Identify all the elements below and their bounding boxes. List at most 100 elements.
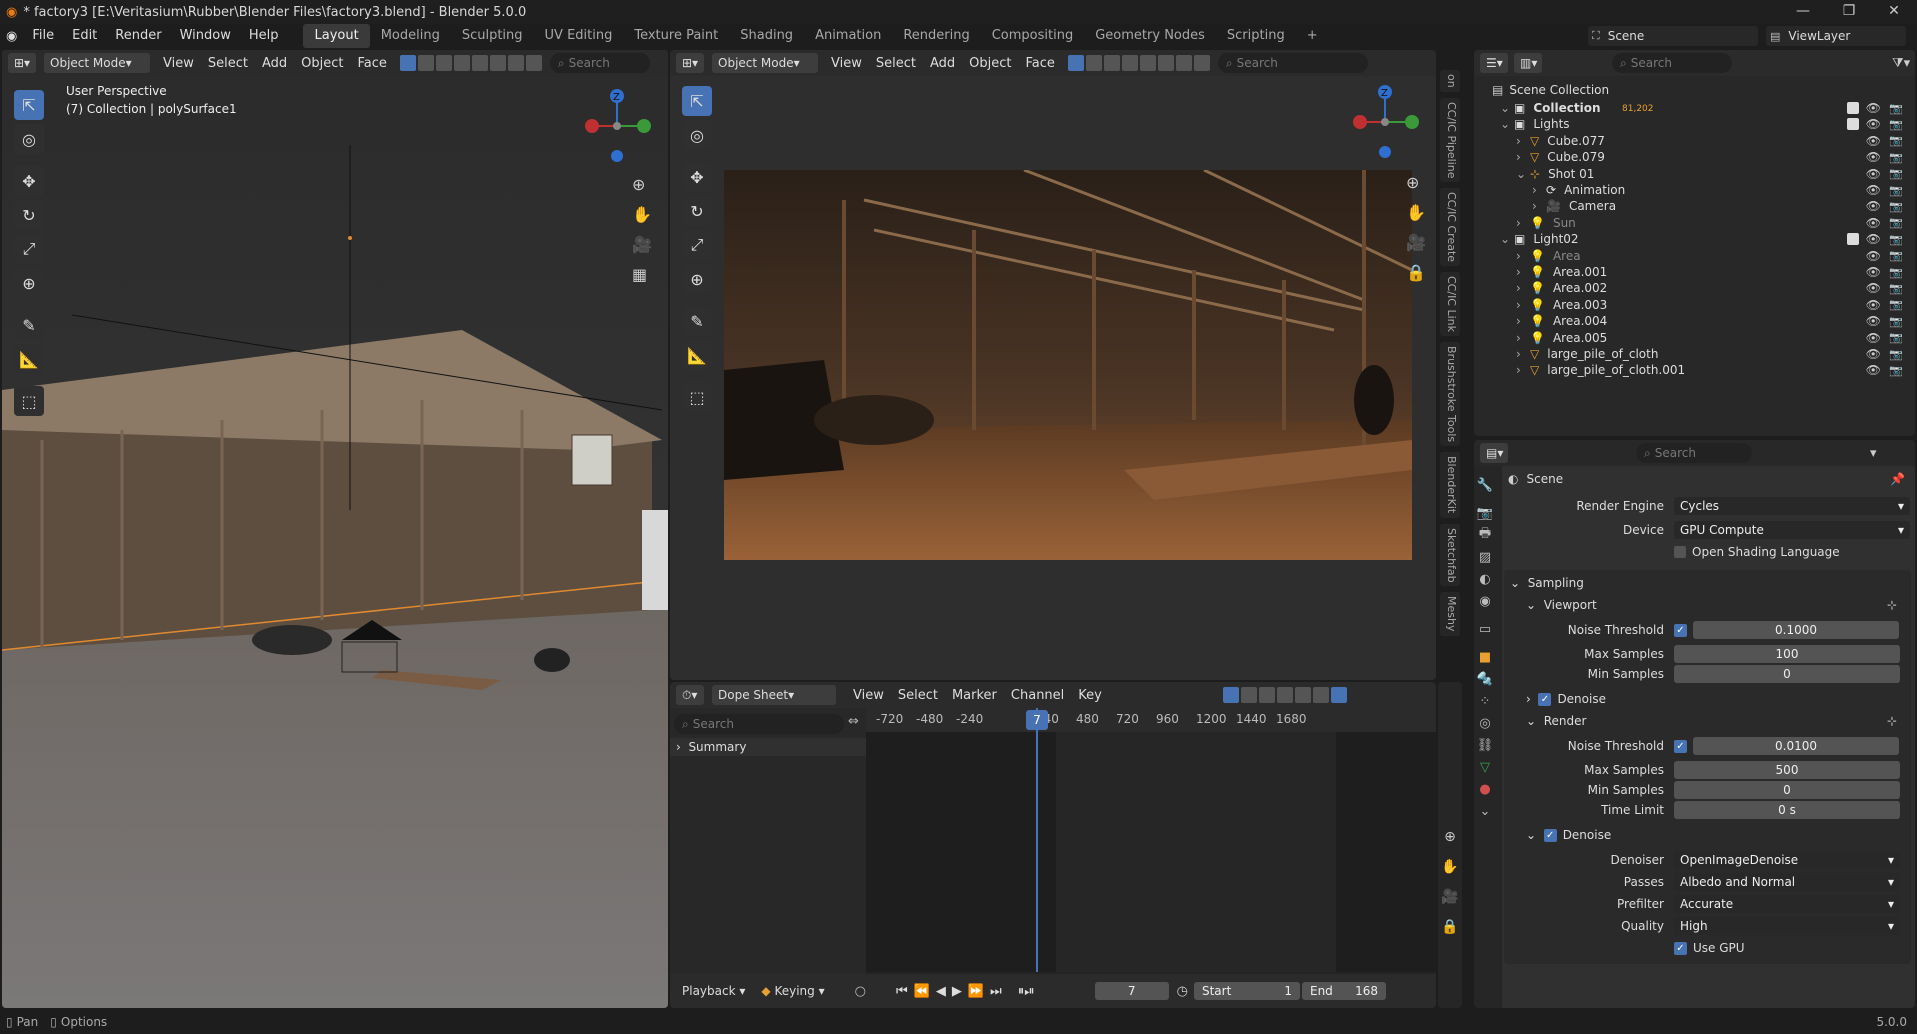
r-noise-field[interactable]: 0.0100 — [1693, 737, 1899, 755]
right-menu-select[interactable]: Select — [869, 56, 923, 71]
passes-dropdown[interactable]: Albedo and Normal ▾ — [1674, 873, 1900, 891]
outliner-row-camera[interactable]: › 🎥 Camera 👁 📷 — [1474, 198, 1915, 214]
keyframe-area[interactable] — [866, 732, 1436, 972]
dopesheet-filter-buttons[interactable] — [1222, 687, 1349, 703]
filter-icon[interactable]: ⧩▾ — [1892, 56, 1910, 71]
viewport-presets-icon[interactable]: ⊹ — [1887, 598, 1897, 612]
outliner-search[interactable]: ⌕ Search — [1612, 53, 1732, 73]
start-frame-field[interactable]: Start 1 — [1193, 982, 1300, 1000]
right-navigation-gizmo[interactable]: Z — [1350, 82, 1420, 162]
render-camera-icon[interactable]: 📷 — [1889, 364, 1903, 377]
workspace-tab-rendering[interactable]: Rendering — [892, 24, 980, 48]
left-menu-face[interactable]: Face — [350, 56, 393, 71]
outliner-row-area-002[interactable]: › 💡 Area.002 👁 📷 — [1474, 280, 1915, 296]
close-button[interactable]: ✕ — [1871, 0, 1917, 24]
workspace-tab-texture-paint[interactable]: Texture Paint — [623, 24, 729, 48]
menu-file[interactable]: File — [23, 24, 63, 48]
npanel-tab-2[interactable]: CC/IC Create — [1440, 188, 1460, 267]
r-denoise-checkbox[interactable]: ✓ — [1543, 828, 1557, 842]
npanel-tab-7[interactable]: Meshy — [1440, 592, 1460, 636]
visibility-eye-icon[interactable]: 👁 — [1866, 249, 1881, 263]
visibility-eye-icon[interactable]: 👁 — [1866, 216, 1881, 230]
outliner-row-sun[interactable]: › 💡 Sun 👁 📷 — [1474, 215, 1915, 231]
playhead-frame[interactable]: 7 — [1026, 710, 1048, 730]
zoom-icon-3[interactable]: ⊕ — [1438, 822, 1462, 852]
device-dropdown[interactable]: GPU Compute ▾ — [1674, 521, 1910, 539]
summary-channel[interactable]: › Summary — [670, 738, 866, 756]
blender-menu-icon[interactable]: ◉ — [6, 29, 17, 44]
cursor-tool-icon[interactable]: ◎ — [14, 124, 44, 154]
current-frame-field[interactable]: 7 — [1094, 982, 1169, 1000]
npanel-tab-5[interactable]: BlenderKit — [1440, 452, 1460, 518]
left-3d-viewport[interactable]: ⊞▾ Object Mode ▾ View Select Add Object Face… — [2, 50, 668, 1008]
timeline-ruler[interactable]: -720-480-2407240480720960120014401680 — [866, 708, 1436, 732]
scale-tool-icon-2[interactable]: ⤢ — [682, 230, 712, 260]
outliner-row-collection[interactable]: ⌄ ▣ Collection 👁 📷 — [1474, 100, 1915, 116]
visibility-eye-icon[interactable]: 👁 — [1866, 183, 1881, 197]
select-tool-icon[interactable]: ⇱ — [14, 90, 44, 120]
left-shading-buttons[interactable] — [399, 55, 544, 71]
workspace-tab-sculpting[interactable]: Sculpting — [451, 24, 534, 48]
r-time-field[interactable]: 0 s — [1674, 801, 1900, 819]
left-viewport-search[interactable]: ⌕ Search — [549, 53, 650, 73]
pan-hand-icon-2[interactable]: ✋ — [1406, 198, 1426, 228]
editor-type-button-2[interactable]: ⊞▾ — [676, 53, 704, 73]
object-tab-icon[interactable]: ■ — [1474, 646, 1496, 668]
denoiser-dropdown[interactable]: OpenImageDenoise ▾ — [1674, 851, 1900, 869]
visibility-eye-icon[interactable]: 👁 — [1866, 363, 1881, 377]
dopesheet-menu-channel[interactable]: Channel — [1004, 688, 1071, 703]
modifier-tab-icon[interactable]: 🔩 — [1474, 668, 1496, 690]
menu-window[interactable]: Window — [171, 24, 240, 48]
dopesheet-editor[interactable]: ⏱▾ Dope Sheet ▾ View Select Marker Channel K… — [670, 682, 1436, 1008]
quality-dropdown[interactable]: High ▾ — [1674, 917, 1900, 935]
viewlayer-selector[interactable]: ▤ ViewLayer — [1766, 26, 1906, 46]
render-subpanel-header[interactable]: ⌄ Render ⊹ — [1504, 710, 1911, 732]
prefilter-dropdown[interactable]: Accurate ▾ — [1674, 895, 1900, 913]
render-engine-dropdown[interactable]: Cycles ▾ — [1674, 497, 1910, 515]
pin-icon[interactable]: 📌 — [1890, 472, 1905, 486]
render-camera-icon[interactable]: 📷 — [1889, 298, 1903, 311]
properties-options-icon[interactable]: ▾ — [1870, 446, 1877, 461]
right-menu-face[interactable]: Face — [1018, 56, 1061, 71]
menu-edit[interactable]: Edit — [63, 24, 106, 48]
outliner-display-mode[interactable]: ▥▾ — [1514, 53, 1542, 73]
sampling-header[interactable]: ⌄ Sampling — [1504, 572, 1911, 594]
npanel-tab-3[interactable]: CC/IC Link — [1440, 272, 1460, 337]
outliner-row-large-pile-of-cloth[interactable]: › ▽ large_pile_of_cloth 👁 📷 — [1474, 346, 1915, 362]
render-tab-icon[interactable]: 📷 — [1474, 502, 1496, 524]
workspace-tab-geometry-nodes[interactable]: Geometry Nodes — [1084, 24, 1216, 48]
lock-icon-2[interactable]: 🔒 — [1438, 912, 1462, 942]
left-menu-select[interactable]: Select — [201, 56, 255, 71]
camera-view-icon[interactable]: 🎥 — [632, 230, 652, 260]
osl-checkbox[interactable] — [1674, 546, 1686, 558]
render-presets-icon[interactable]: ⊹ — [1887, 714, 1897, 728]
keyframe-jump-icon[interactable]: ⏸⏯ — [1018, 984, 1035, 999]
render-camera-icon[interactable]: 📷 — [1889, 151, 1903, 164]
outliner-row-area[interactable]: › 💡 Area 👁 📷 — [1474, 248, 1915, 264]
outliner-row-large-pile-of-cloth-001[interactable]: › ▽ large_pile_of_cloth.001 👁 📷 — [1474, 362, 1915, 378]
right-menu-add[interactable]: Add — [923, 56, 962, 71]
pan-hand-icon-3[interactable]: ✋ — [1438, 852, 1462, 882]
workspace-tab-modeling[interactable]: Modeling — [370, 24, 451, 48]
playhead-line[interactable] — [1036, 708, 1038, 972]
visibility-eye-icon[interactable]: 👁 — [1866, 298, 1881, 312]
workspace-tab-uv-editing[interactable]: UV Editing — [534, 24, 624, 48]
visibility-eye-icon[interactable]: 👁 — [1866, 101, 1881, 115]
r-denoise-header[interactable]: ⌄ ✓ Denoise — [1504, 824, 1911, 846]
vp-denoise-checkbox[interactable]: ✓ — [1538, 692, 1552, 706]
scene-collection-row[interactable]: ▤ Scene Collection — [1492, 80, 1609, 100]
npanel-tab-4[interactable]: Brushstroke Tools — [1440, 342, 1460, 447]
properties-search[interactable]: ⌕ Search — [1636, 443, 1752, 463]
visibility-eye-icon[interactable]: 👁 — [1866, 134, 1881, 148]
workspace-tab-scripting[interactable]: Scripting — [1216, 24, 1296, 48]
right-menu-object[interactable]: Object — [962, 56, 1018, 71]
outliner-editor-type[interactable]: ☰▾ — [1480, 53, 1508, 73]
render-camera-icon[interactable]: 📷 — [1889, 282, 1903, 295]
swap-icon[interactable]: ⇔ — [848, 714, 859, 729]
view-layer-tab-icon[interactable]: ▨ — [1474, 546, 1496, 568]
dopesheet-menu-key[interactable]: Key — [1071, 688, 1109, 703]
scene-tab-icon[interactable]: ◐ — [1474, 568, 1496, 590]
render-camera-icon[interactable]: 📷 — [1889, 266, 1903, 279]
visibility-eye-icon[interactable]: 👁 — [1866, 199, 1881, 213]
outliner-row-light02[interactable]: ⌄ ▣ Light02 👁 📷 — [1474, 231, 1915, 247]
